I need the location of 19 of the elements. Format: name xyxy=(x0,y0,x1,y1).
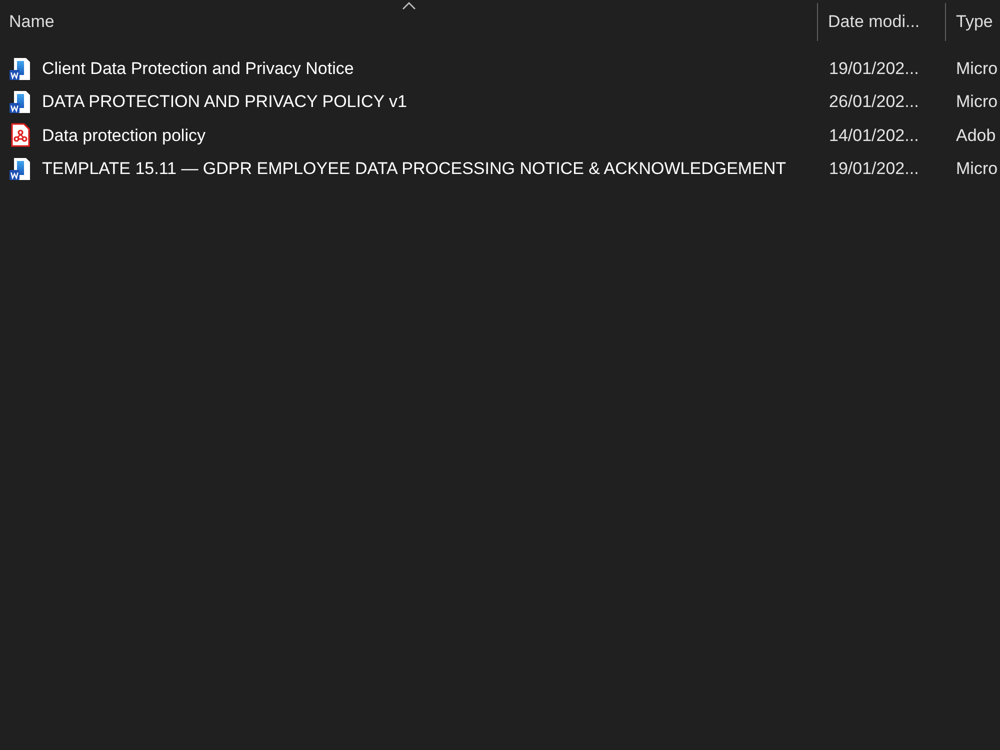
file-type-text: Micro xyxy=(955,158,998,180)
date-column-header[interactable]: Date modi... xyxy=(818,3,946,41)
file-type-text: Micro xyxy=(955,91,998,114)
file-name[interactable]: TEMPLATE 15.11 — GDPR EMPLOYEE DATA PROCESSING NOTICE & ACKNOWLEDGEMENT xyxy=(42,156,786,182)
date-modified-text: 14/01/202... xyxy=(828,124,919,147)
word-document-icon xyxy=(9,56,32,81)
name-column-header[interactable]: Name xyxy=(0,3,818,41)
file-name[interactable]: DATA PROTECTION AND PRIVACY POLICY v1 xyxy=(42,89,407,115)
word-document-icon xyxy=(9,90,32,114)
word-document-icon xyxy=(9,156,32,181)
file-name[interactable]: Data protection policy xyxy=(42,122,206,148)
file-type-text: Micro xyxy=(955,58,998,80)
date-modified-text: 19/01/202... xyxy=(828,158,919,180)
date-modified-text: 26/01/202... xyxy=(828,91,919,114)
file-type-text: Adob xyxy=(955,124,996,147)
date-modified-text: 19/01/202... xyxy=(828,58,919,80)
type-column-header[interactable]: Type xyxy=(946,3,1000,41)
file-name[interactable]: Client Data Protection and Privacy Notice xyxy=(42,56,354,82)
pdf-document-icon xyxy=(9,123,32,148)
